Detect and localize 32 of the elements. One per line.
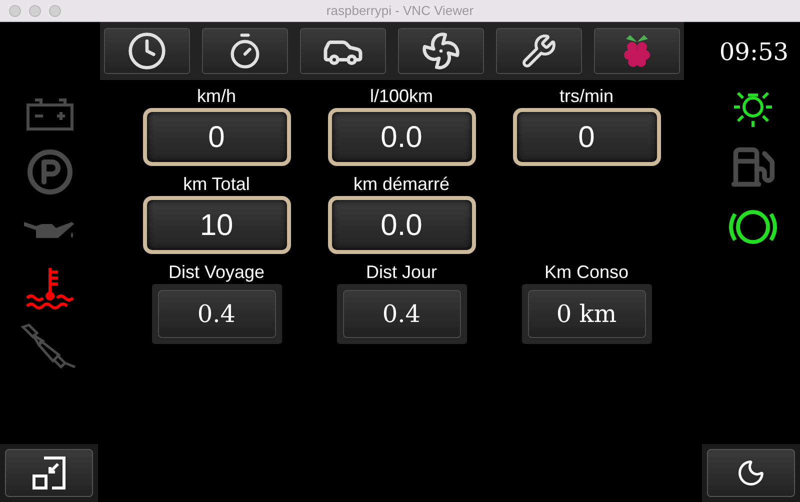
resize-button[interactable] xyxy=(5,449,93,497)
gauge-label: Km Conso xyxy=(544,262,629,282)
car-tab-button[interactable] xyxy=(300,28,386,74)
gauge-label: km démarré xyxy=(353,174,450,194)
tools-tab-button[interactable] xyxy=(496,28,582,74)
raspberry-tab-button[interactable] xyxy=(594,28,680,74)
moon-icon xyxy=(736,458,766,488)
gauge-display: 0.0 xyxy=(328,196,476,254)
night-mode-button[interactable] xyxy=(707,449,795,497)
clock-icon xyxy=(127,31,167,71)
gauge-label: Dist Jour xyxy=(366,262,437,282)
gauge-display: 0 xyxy=(142,108,290,166)
window-title: raspberrypi - VNC Viewer xyxy=(326,2,474,20)
gauge-label: km/h xyxy=(196,86,236,106)
fan-icon xyxy=(421,31,461,71)
gauge-display: 0 km xyxy=(528,290,646,338)
gauge-display: 10 xyxy=(142,196,290,254)
stopwatch-tab-button[interactable] xyxy=(202,28,288,74)
clock-time: 09:53 xyxy=(719,37,789,68)
fan-tab-button[interactable] xyxy=(398,28,484,74)
gauge-label: trs/min xyxy=(560,86,614,106)
clock-tab-button[interactable] xyxy=(104,28,190,74)
gauge-display: 0 xyxy=(512,108,660,166)
gauge-display: 0.4 xyxy=(158,290,276,338)
raspberry-icon xyxy=(622,33,652,69)
wrench-icon xyxy=(521,33,557,69)
gauge-display: 0.0 xyxy=(328,108,476,166)
gauge-label: l/100km xyxy=(370,86,434,106)
gauge-label: km Total xyxy=(183,174,250,194)
gauge-label: Dist Voyage xyxy=(168,262,265,282)
resize-icon xyxy=(32,456,66,490)
gauge-display: 0.4 xyxy=(342,290,460,338)
